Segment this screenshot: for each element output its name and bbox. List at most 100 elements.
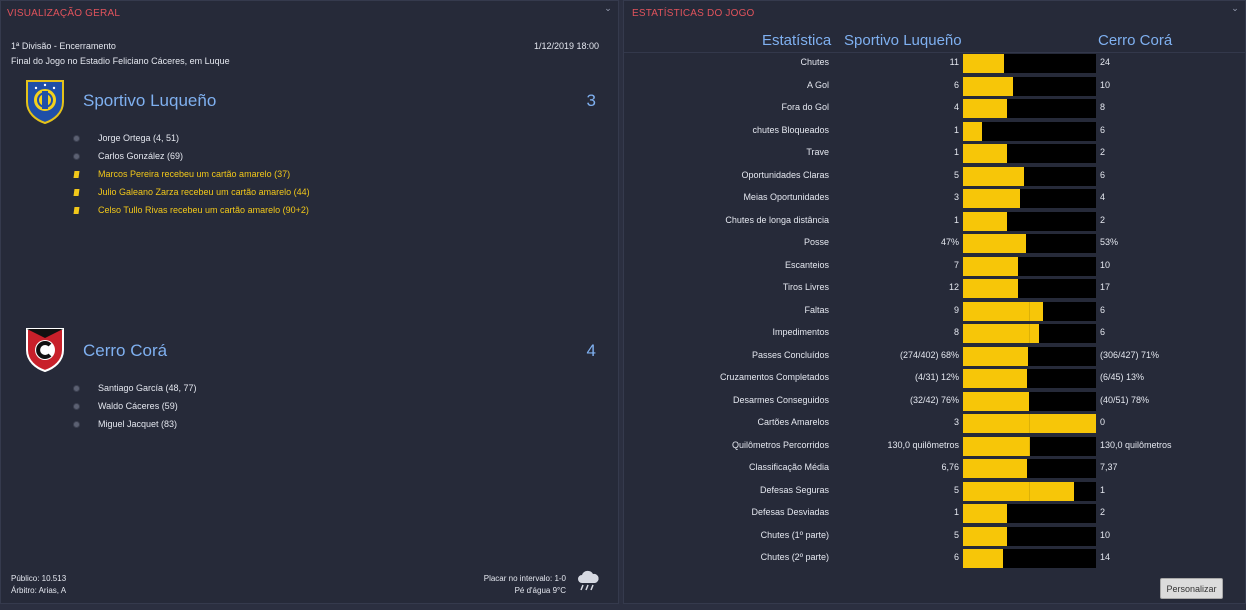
stat-away-value: 53%: [1100, 237, 1119, 247]
stat-home-value: 9: [953, 304, 959, 315]
stat-row: Chutes (2º parte) 6 14: [624, 549, 1246, 569]
stat-row: Quilômetros Percorridos 130,0 quilômetros…: [624, 436, 1246, 457]
col-home-header: Sportivo Luqueño: [844, 32, 962, 49]
home-event: Celso Tullo Rivas recebeu um cartão amar…: [71, 203, 309, 217]
stat-bar-midline: [1029, 324, 1030, 343]
stat-bar-midline: [1029, 391, 1030, 411]
stat-bar-home-fill: [963, 166, 1024, 186]
stat-home-value: 3: [953, 417, 959, 427]
chevron-down-icon[interactable]: ⌄: [1229, 3, 1241, 13]
stat-home-value: 6,76: [941, 462, 959, 472]
match-datetime: 1/12/2019 18:00: [533, 41, 599, 51]
stat-bar-midline: [1029, 144, 1030, 163]
stat-label: Cruzamentos Completados: [719, 372, 829, 382]
stat-home-value: 6: [953, 552, 959, 562]
stat-row: Chutes (1º parte) 5 10: [624, 526, 1246, 547]
away-score: 4: [586, 341, 596, 360]
ball-icon: [71, 419, 81, 429]
stat-bar: [963, 526, 1096, 546]
stat-bar-home-fill: [963, 76, 1013, 96]
stat-bar: [963, 121, 1096, 141]
stat-label: Faltas: [804, 304, 829, 315]
stat-away-value: 6: [1100, 169, 1106, 180]
stat-bar: [963, 301, 1096, 321]
stat-bar-midline: [1029, 211, 1030, 231]
home-event: Jorge Ortega (4, 51): [71, 131, 179, 145]
stat-home-value: 130,0 quilômetros: [887, 439, 959, 450]
referee: Árbitro: Arias, A: [11, 586, 67, 595]
stat-bar-midline: [1029, 526, 1030, 546]
stat-row: Defesas Seguras 5 1: [624, 481, 1246, 502]
stat-bar-home-fill: [963, 481, 1074, 501]
stat-label: Defesas Desviadas: [751, 507, 829, 517]
stat-bar-midline: [1029, 414, 1030, 433]
home-event: Carlos González (69): [71, 149, 183, 163]
stat-bar-midline: [1029, 99, 1030, 118]
stat-row: Posse 47% 53%: [624, 234, 1246, 254]
stat-away-value: (6/45) 13%: [1100, 372, 1145, 382]
stat-bar-home-fill: [963, 54, 1005, 73]
stat-bar-home-fill: [963, 526, 1008, 546]
stat-away-value: 10: [1100, 529, 1111, 540]
stat-row: Faltas 9 6: [624, 301, 1246, 322]
stat-bar: [963, 391, 1096, 411]
stat-label: Desarmes Conseguidos: [732, 394, 829, 405]
stat-away-value: (306/427) 71%: [1100, 349, 1160, 360]
stat-row: Cruzamentos Completados (4/31) 12% (6/45) …: [624, 369, 1246, 389]
ball-icon: [71, 151, 81, 161]
away-event: Miguel Jacquet (83): [71, 417, 177, 431]
venue-label: Final do Jogo no Estadio Feliciano Cácer…: [11, 56, 230, 66]
stat-home-value: 1: [953, 147, 959, 157]
stat-bar-midline: [1029, 189, 1030, 208]
stat-bar: [963, 144, 1096, 163]
stat-bar-home-fill: [963, 436, 1030, 456]
stat-label: Fora do Gol: [781, 102, 829, 112]
chevron-down-icon[interactable]: ⌄: [602, 3, 614, 13]
stat-row: Chutes de longa distância 1 2: [624, 211, 1246, 232]
stat-label: Quilômetros Percorridos: [731, 439, 829, 450]
stat-bar-home-fill: [963, 324, 1039, 343]
stat-home-value: 5: [953, 484, 959, 495]
stat-away-value: 0: [1100, 417, 1106, 427]
home-score: 3: [586, 91, 596, 110]
event-text: Waldo Cáceres (59): [98, 401, 178, 411]
ball-icon: [71, 401, 81, 411]
col-away-header: Cerro Corá: [1098, 32, 1173, 49]
stat-label: chutes Bloqueados: [752, 124, 829, 135]
stat-row: Oportunidades Claras 5 6: [624, 166, 1246, 187]
stat-home-value: 3: [953, 192, 959, 202]
stat-bar: [963, 166, 1096, 186]
stat-row: A Gol 6 10: [624, 76, 1246, 97]
stat-away-value: 6: [1100, 124, 1106, 135]
away-event: Waldo Cáceres (59): [71, 399, 178, 413]
stat-bar: [963, 481, 1096, 501]
away-team-name[interactable]: Cerro Corá: [83, 341, 167, 361]
stat-away-value: 24: [1100, 57, 1111, 67]
stat-bar-home-fill: [963, 459, 1027, 478]
stat-away-value: 7,37: [1100, 462, 1118, 472]
stat-home-value: 8: [953, 327, 959, 337]
stat-home-value: 11: [949, 57, 959, 67]
stat-away-value: 1: [1100, 484, 1106, 495]
stat-home-value: (274/402) 68%: [899, 349, 959, 360]
stat-bar-home-fill: [963, 211, 1008, 231]
stat-row: Impedimentos 8 6: [624, 324, 1246, 344]
customize-button[interactable]: Personalizar: [1160, 578, 1223, 599]
stat-home-value: 1: [953, 507, 959, 517]
stat-bar: [963, 414, 1096, 433]
ball-icon: [71, 133, 81, 143]
stat-away-value: 2: [1100, 214, 1106, 225]
stat-away-value: 4: [1100, 192, 1106, 202]
stat-row: Trave 1 2: [624, 144, 1246, 164]
stat-bar-home-fill: [963, 99, 1008, 118]
yellow-card-icon: [71, 169, 81, 179]
stat-bar-midline: [1029, 166, 1030, 186]
stat-away-value: 10: [1100, 79, 1111, 90]
stat-label: Trave: [806, 147, 829, 157]
stat-away-value: 10: [1100, 259, 1111, 270]
stat-label: A Gol: [806, 79, 829, 90]
stat-label: Defesas Seguras: [759, 484, 829, 495]
home-team-name[interactable]: Sportivo Luqueño: [83, 91, 216, 111]
event-text: Celso Tullo Rivas recebeu um cartão amar…: [98, 205, 309, 215]
stat-home-value: 47%: [940, 237, 959, 247]
